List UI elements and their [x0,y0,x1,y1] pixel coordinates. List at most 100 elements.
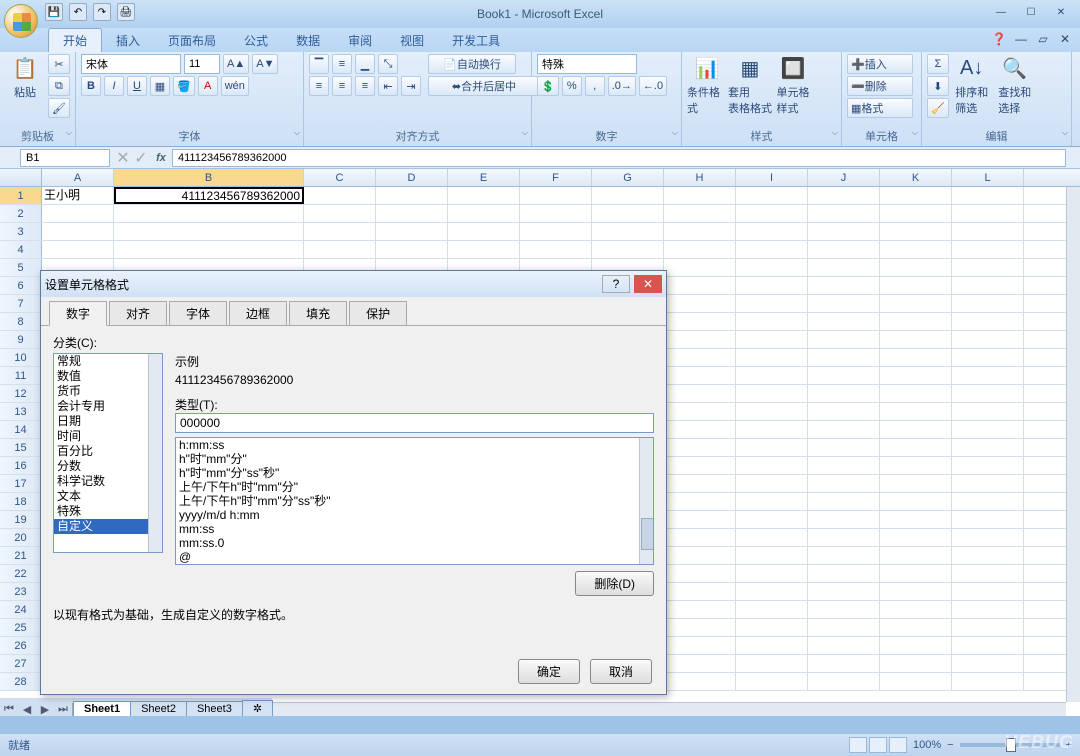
cell[interactable] [448,241,520,258]
cell[interactable] [664,673,736,690]
type-item[interactable]: [h]:mm:ss [176,564,653,565]
qat-redo-icon[interactable]: ↷ [93,3,111,21]
category-listbox[interactable]: 常规数值货币会计专用日期时间百分比分数科学记数文本特殊自定义 [53,353,163,553]
align-left-button[interactable]: ≡ [309,76,329,96]
cell[interactable]: 411123456789362000 [114,187,304,204]
type-item[interactable]: h:mm:ss [176,438,653,452]
cell[interactable] [880,457,952,474]
sheet-nav-next-icon[interactable]: ▶ [36,703,54,716]
cut-button[interactable]: ✂ [48,54,70,74]
align-top-button[interactable]: ▔ [309,54,329,74]
cell[interactable] [808,493,880,510]
tab-layout[interactable]: 页面布局 [154,29,230,52]
cell[interactable] [952,187,1024,204]
cell[interactable] [664,439,736,456]
delete-format-button[interactable]: 删除(D) [575,571,654,596]
type-listbox[interactable]: h:mm:ssh"时"mm"分"h"时"mm"分"ss"秒"上午/下午h"时"m… [175,437,654,565]
row-header[interactable]: 7 [0,295,42,312]
category-item[interactable]: 会计专用 [54,399,162,414]
cell[interactable] [808,583,880,600]
zoom-slider[interactable] [960,743,1060,747]
row-header[interactable]: 5 [0,259,42,276]
close-button[interactable]: ✕ [1048,4,1074,20]
cell[interactable] [952,277,1024,294]
sheet-tab-3[interactable]: Sheet3 [186,701,243,716]
format-as-table-button[interactable]: ▦套用 表格格式 [730,54,770,116]
font-color-button[interactable]: A [198,76,218,96]
sheet-tab-1[interactable]: Sheet1 [73,701,131,716]
cell[interactable] [880,565,952,582]
cell[interactable] [880,223,952,240]
type-input[interactable] [175,413,654,433]
cell[interactable] [736,259,808,276]
cell[interactable] [808,241,880,258]
cell[interactable] [880,493,952,510]
cell[interactable] [880,295,952,312]
cell[interactable] [880,259,952,276]
column-header-C[interactable]: C [304,169,376,186]
view-pagebreak-button[interactable] [889,737,907,753]
cell[interactable] [880,313,952,330]
decrease-decimal-button[interactable]: ←.0 [639,76,667,96]
delete-cells-button[interactable]: ➖ 删除 [847,76,913,96]
cell[interactable] [664,349,736,366]
cell[interactable] [808,655,880,672]
cell[interactable] [736,601,808,618]
cell[interactable] [448,223,520,240]
cell[interactable] [952,421,1024,438]
category-item[interactable]: 百分比 [54,444,162,459]
cell[interactable] [880,673,952,690]
cell[interactable] [520,187,592,204]
align-middle-button[interactable]: ≡ [332,54,352,74]
cell[interactable] [664,187,736,204]
cell[interactable] [880,511,952,528]
paste-button[interactable]: 📋 粘贴 [5,54,45,100]
cell[interactable] [808,421,880,438]
cell[interactable] [808,619,880,636]
border-button[interactable]: ▦ [150,76,170,96]
cell[interactable] [736,367,808,384]
cell[interactable] [952,493,1024,510]
cell[interactable] [664,655,736,672]
cell[interactable] [592,241,664,258]
cell[interactable] [808,403,880,420]
cell[interactable] [376,187,448,204]
dialog-tab-font[interactable]: 字体 [169,301,227,325]
category-item[interactable]: 科学记数 [54,474,162,489]
row-header[interactable]: 28 [0,673,42,690]
category-item[interactable]: 数值 [54,369,162,384]
cell[interactable] [880,655,952,672]
row-header[interactable]: 1 [0,187,42,204]
cell[interactable] [376,241,448,258]
number-format-combo[interactable] [537,54,637,74]
cell[interactable] [664,475,736,492]
align-center-button[interactable]: ≡ [332,76,352,96]
cell[interactable] [664,601,736,618]
bold-button[interactable]: B [81,76,101,96]
cell[interactable] [808,475,880,492]
row-header[interactable]: 22 [0,565,42,582]
cell[interactable] [952,529,1024,546]
decrease-font-button[interactable]: A▼ [252,54,278,74]
column-header-F[interactable]: F [520,169,592,186]
cell[interactable] [952,601,1024,618]
cell[interactable] [808,601,880,618]
cell-styles-button[interactable]: 🔲单元格 样式 [773,54,813,116]
cell[interactable] [42,205,114,222]
column-header-H[interactable]: H [664,169,736,186]
cell[interactable] [736,511,808,528]
formula-input[interactable] [172,149,1066,167]
cell[interactable] [664,493,736,510]
cell[interactable] [664,457,736,474]
format-cells-button[interactable]: ▦ 格式 [847,98,913,118]
increase-decimal-button[interactable]: .0→ [608,76,636,96]
cell[interactable] [664,313,736,330]
cell[interactable] [952,655,1024,672]
cell[interactable] [736,313,808,330]
cell[interactable] [880,331,952,348]
cell[interactable] [736,565,808,582]
cell[interactable] [736,637,808,654]
dialog-tab-protection[interactable]: 保护 [349,301,407,325]
dialog-tab-border[interactable]: 边框 [229,301,287,325]
cell[interactable] [952,313,1024,330]
